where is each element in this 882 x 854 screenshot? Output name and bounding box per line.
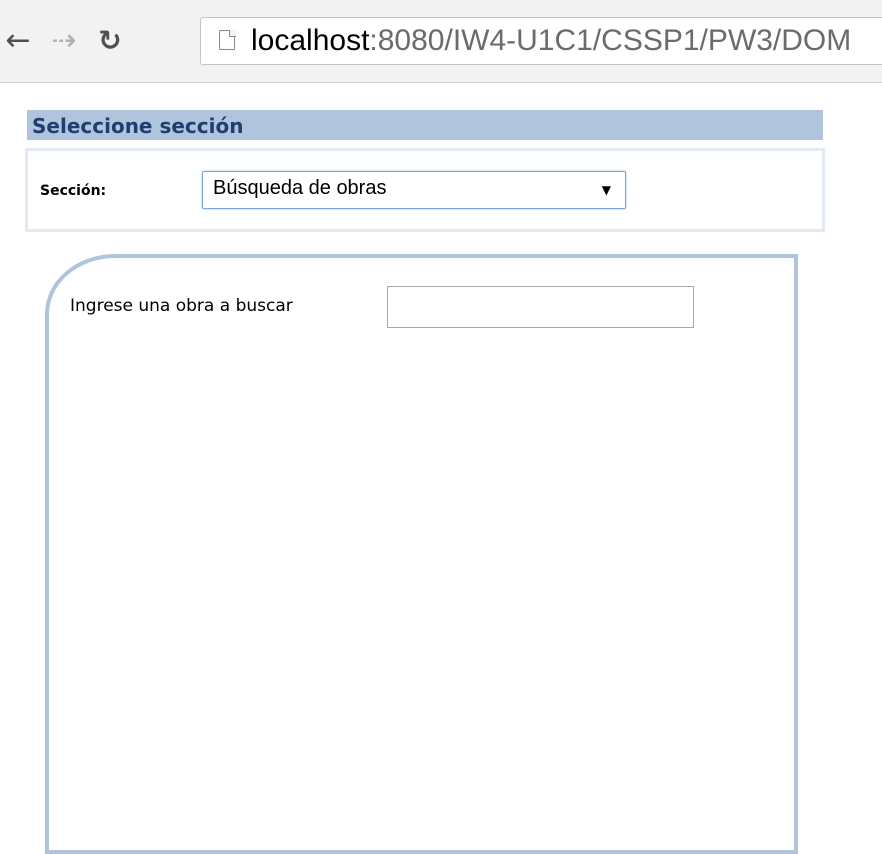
browser-toolbar: ← ⇢ ↻ localhost:8080/IW4-U1C1/CSSP1/PW3/…: [0, 0, 882, 83]
back-button[interactable]: ←: [0, 20, 36, 60]
search-label: Ingrese una obra a buscar: [70, 296, 293, 316]
forward-button[interactable]: ⇢: [46, 20, 82, 60]
page-icon: [219, 29, 236, 50]
section-select[interactable]: Búsqueda de obras ▼: [202, 171, 626, 209]
address-bar[interactable]: localhost:8080/IW4-U1C1/CSSP1/PW3/DOM: [200, 17, 882, 65]
section-select-value: Búsqueda de obras: [213, 177, 387, 199]
arrow-left-icon: ←: [5, 22, 31, 58]
section-header: Seleccione sección: [27, 110, 823, 140]
search-input[interactable]: [387, 286, 694, 328]
section-label: Sección:: [40, 183, 107, 199]
url-path: :8080/IW4-U1C1/CSSP1/PW3/DOM: [369, 24, 852, 57]
reload-icon: ↻: [98, 23, 122, 57]
section-selector-box: Sección: Búsqueda de obras ▼: [25, 148, 825, 232]
dropdown-arrow-icon: ▼: [601, 183, 611, 197]
reload-button[interactable]: ↻: [92, 20, 128, 60]
url-host: localhost: [251, 24, 370, 57]
content-panel: [45, 254, 798, 854]
url-text[interactable]: localhost:8080/IW4-U1C1/CSSP1/PW3/DOM: [251, 22, 851, 60]
arrow-right-icon: ⇢: [51, 22, 77, 58]
